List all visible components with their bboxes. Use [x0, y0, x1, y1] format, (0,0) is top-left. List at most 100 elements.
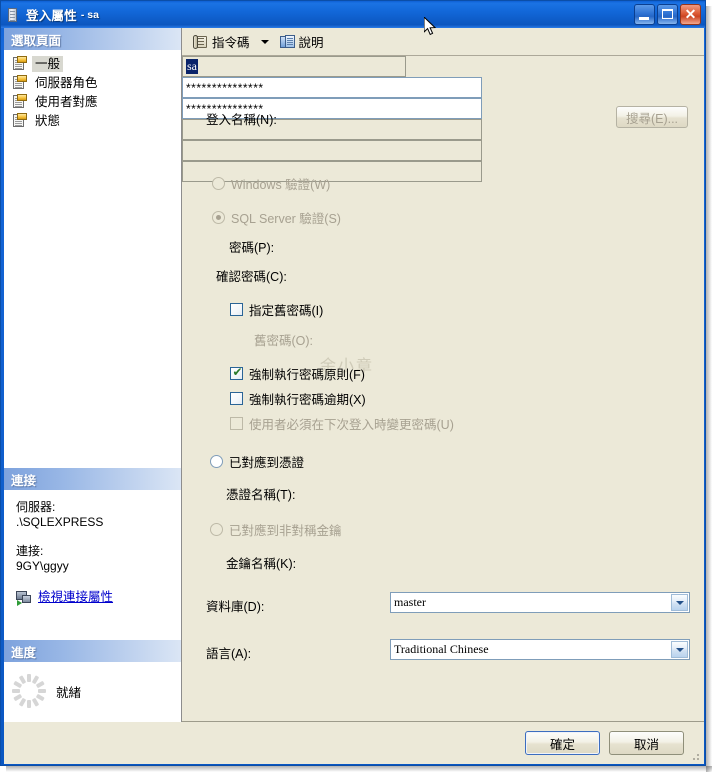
windows-authentication-label: Windows 驗證(W) — [231, 178, 331, 192]
page-icon — [12, 113, 28, 128]
connection-value: 9GY\ggyy — [16, 559, 69, 573]
progress-status: 就緒 — [56, 685, 82, 700]
script-label: 指令碼 — [212, 36, 250, 50]
close-glyph: ✕ — [684, 6, 697, 22]
language-label: 語言(A): — [206, 647, 252, 661]
screen: 登入屬性 - sa ✕ 選取頁面 一般 伺服器角色 使用者對應 狀態 連接 伺服… — [0, 0, 712, 780]
certificate-name-row: 憑證名稱(T): — [226, 484, 295, 503]
database-select[interactable]: master — [390, 592, 690, 613]
general-page-form: 余小章 登入名稱(N): sa 搜尋(E)... Windows 驗證(W) S… — [182, 56, 704, 721]
title-bar[interactable]: 登入屬性 - sa ✕ — [1, 1, 705, 28]
window-controls: ✕ — [634, 4, 701, 25]
progress-details: 就緒 — [4, 662, 181, 708]
enforce-password-policy-checkbox[interactable]: ✔ — [230, 366, 243, 380]
cancel-button[interactable]: 取消 — [609, 731, 684, 755]
mapped-to-asymmetric-key-label: 已對應到非對稱金鑰 — [229, 524, 342, 538]
dialog-icon — [5, 7, 21, 23]
sidebar-item-user-mapping[interactable]: 使用者對應 — [10, 92, 181, 111]
view-connection-properties-link[interactable]: 檢視連接屬性 — [38, 590, 113, 605]
must-change-password-row[interactable]: 使用者必須在下次登入時變更密碼(U) — [230, 414, 454, 433]
enforce-password-policy-row[interactable]: ✔ 強制執行密碼原則(F) — [230, 364, 365, 383]
select-page-header: 選取頁面 — [4, 28, 181, 50]
close-icon[interactable]: ✕ — [680, 4, 701, 25]
progress-header: 進度 — [4, 640, 181, 662]
confirm-password-row: 確認密碼(C): — [216, 266, 287, 285]
database-label: 資料庫(D): — [206, 600, 265, 614]
script-icon — [193, 34, 209, 50]
sql-authentication-label: SQL Server 驗證(S) — [231, 212, 341, 226]
dialog-footer: 確定 取消 — [4, 722, 704, 764]
mapped-to-certificate-radio[interactable] — [210, 455, 223, 468]
must-change-password-checkbox[interactable] — [230, 417, 243, 430]
content-pane: 指令碼 說明 余小章 登入名稱(N): sa 搜尋(E)... Windows … — [182, 28, 704, 722]
confirm-password-label: 確認密碼(C): — [216, 270, 287, 284]
progress-spinner-icon — [12, 674, 46, 708]
language-row: 語言(A): — [206, 643, 251, 662]
script-button[interactable]: 指令碼 — [190, 31, 253, 53]
window-shadow-right — [706, 6, 712, 772]
sql-authentication-radio-row[interactable]: SQL Server 驗證(S) — [212, 208, 341, 227]
chevron-down-icon[interactable] — [671, 594, 688, 611]
specify-old-password-row[interactable]: 指定舊密碼(I) — [230, 300, 323, 319]
database-row: 資料庫(D): — [206, 596, 264, 615]
key-name-label: 金鑰名稱(K): — [226, 557, 297, 571]
sidebar-item-status[interactable]: 狀態 — [10, 111, 181, 130]
login-name-value: sa — [186, 59, 198, 74]
certificate-name-label: 憑證名稱(T): — [226, 488, 296, 502]
page-icon — [12, 56, 28, 71]
progress-section: 進度 就緒 — [4, 640, 181, 708]
search-button[interactable]: 搜尋(E)... — [616, 106, 688, 128]
enforce-password-policy-label: 強制執行密碼原則(F) — [249, 368, 365, 382]
navigation-panel: 選取頁面 一般 伺服器角色 使用者對應 狀態 連接 伺服器: .\SQLEXPR… — [4, 28, 182, 722]
mapped-to-certificate-row[interactable]: 已對應到憑證 — [210, 452, 304, 471]
ok-button[interactable]: 確定 — [525, 731, 600, 755]
specify-old-password-label: 指定舊密碼(I) — [249, 304, 324, 318]
help-label: 說明 — [298, 36, 324, 50]
login-name-row: 登入名稱(N): — [206, 109, 277, 128]
mapped-to-certificate-label: 已對應到憑證 — [229, 456, 305, 470]
sidebar-item-label: 使用者對應 — [35, 94, 98, 109]
dialog-client-area: 選取頁面 一般 伺服器角色 使用者對應 狀態 連接 伺服器: .\SQLEXPR… — [4, 28, 704, 764]
old-password-label: 舊密碼(O): — [254, 334, 314, 348]
maximize-button[interactable] — [657, 4, 678, 25]
login-name-input[interactable]: sa — [182, 56, 406, 77]
specify-old-password-checkbox[interactable] — [230, 303, 243, 316]
enforce-password-expiration-row[interactable]: 強制執行密碼逾期(X) — [230, 389, 366, 408]
sidebar-item-label: 狀態 — [35, 113, 61, 128]
language-select[interactable]: Traditional Chinese — [390, 639, 690, 660]
language-value: Traditional Chinese — [394, 642, 489, 656]
page-icon — [12, 94, 28, 109]
login-name-label: 登入名稱(N): — [206, 113, 277, 127]
certificate-name-input[interactable] — [182, 140, 482, 161]
help-button[interactable]: 說明 — [277, 31, 327, 53]
password-row: 密碼(P): — [229, 237, 274, 256]
windows-authentication-radio-row[interactable]: Windows 驗證(W) — [212, 174, 330, 193]
server-value: .\SQLEXPRESS — [16, 515, 104, 529]
password-input[interactable]: *************** — [182, 77, 482, 98]
sidebar-item-label: 伺服器角色 — [35, 75, 98, 90]
sql-authentication-radio[interactable] — [212, 211, 225, 224]
page-icon — [12, 75, 28, 90]
login-properties-dialog: 登入屬性 - sa ✕ 選取頁面 一般 伺服器角色 使用者對應 狀態 連接 伺服… — [0, 0, 706, 766]
toolbar: 指令碼 說明 — [182, 28, 704, 56]
mapped-to-asymmetric-key-row[interactable]: 已對應到非對稱金鑰 — [210, 520, 342, 539]
windows-authentication-radio[interactable] — [212, 177, 225, 190]
sidebar-item-server-roles[interactable]: 伺服器角色 — [10, 73, 181, 92]
mapped-to-asymmetric-key-radio[interactable] — [210, 523, 223, 536]
sidebar-item-general[interactable]: 一般 — [10, 54, 181, 73]
minimize-button[interactable] — [634, 4, 655, 25]
view-connection-properties-row[interactable]: 檢視連接屬性 — [16, 590, 181, 606]
enforce-password-expiration-label: 強制執行密碼逾期(X) — [249, 393, 366, 407]
chevron-down-icon[interactable] — [671, 641, 688, 658]
chevron-down-icon[interactable] — [260, 39, 269, 44]
window-title-suffix: - sa — [80, 8, 99, 21]
must-change-password-label: 使用者必須在下次登入時變更密碼(U) — [249, 418, 454, 432]
connection-details: 伺服器: .\SQLEXPRESS 連接: 9GY\ggyy 檢視連接屬性 — [4, 490, 181, 606]
enforce-password-expiration-checkbox[interactable] — [230, 392, 243, 405]
resize-grip[interactable] — [689, 750, 701, 762]
window-title: 登入屬性 — [26, 9, 77, 23]
help-icon — [279, 34, 296, 50]
window-shadow-bottom — [6, 766, 712, 772]
connection-section: 連接 伺服器: .\SQLEXPRESS 連接: 9GY\ggyy 檢視連接屬性 — [4, 468, 181, 606]
key-name-row: 金鑰名稱(K): — [226, 553, 296, 572]
